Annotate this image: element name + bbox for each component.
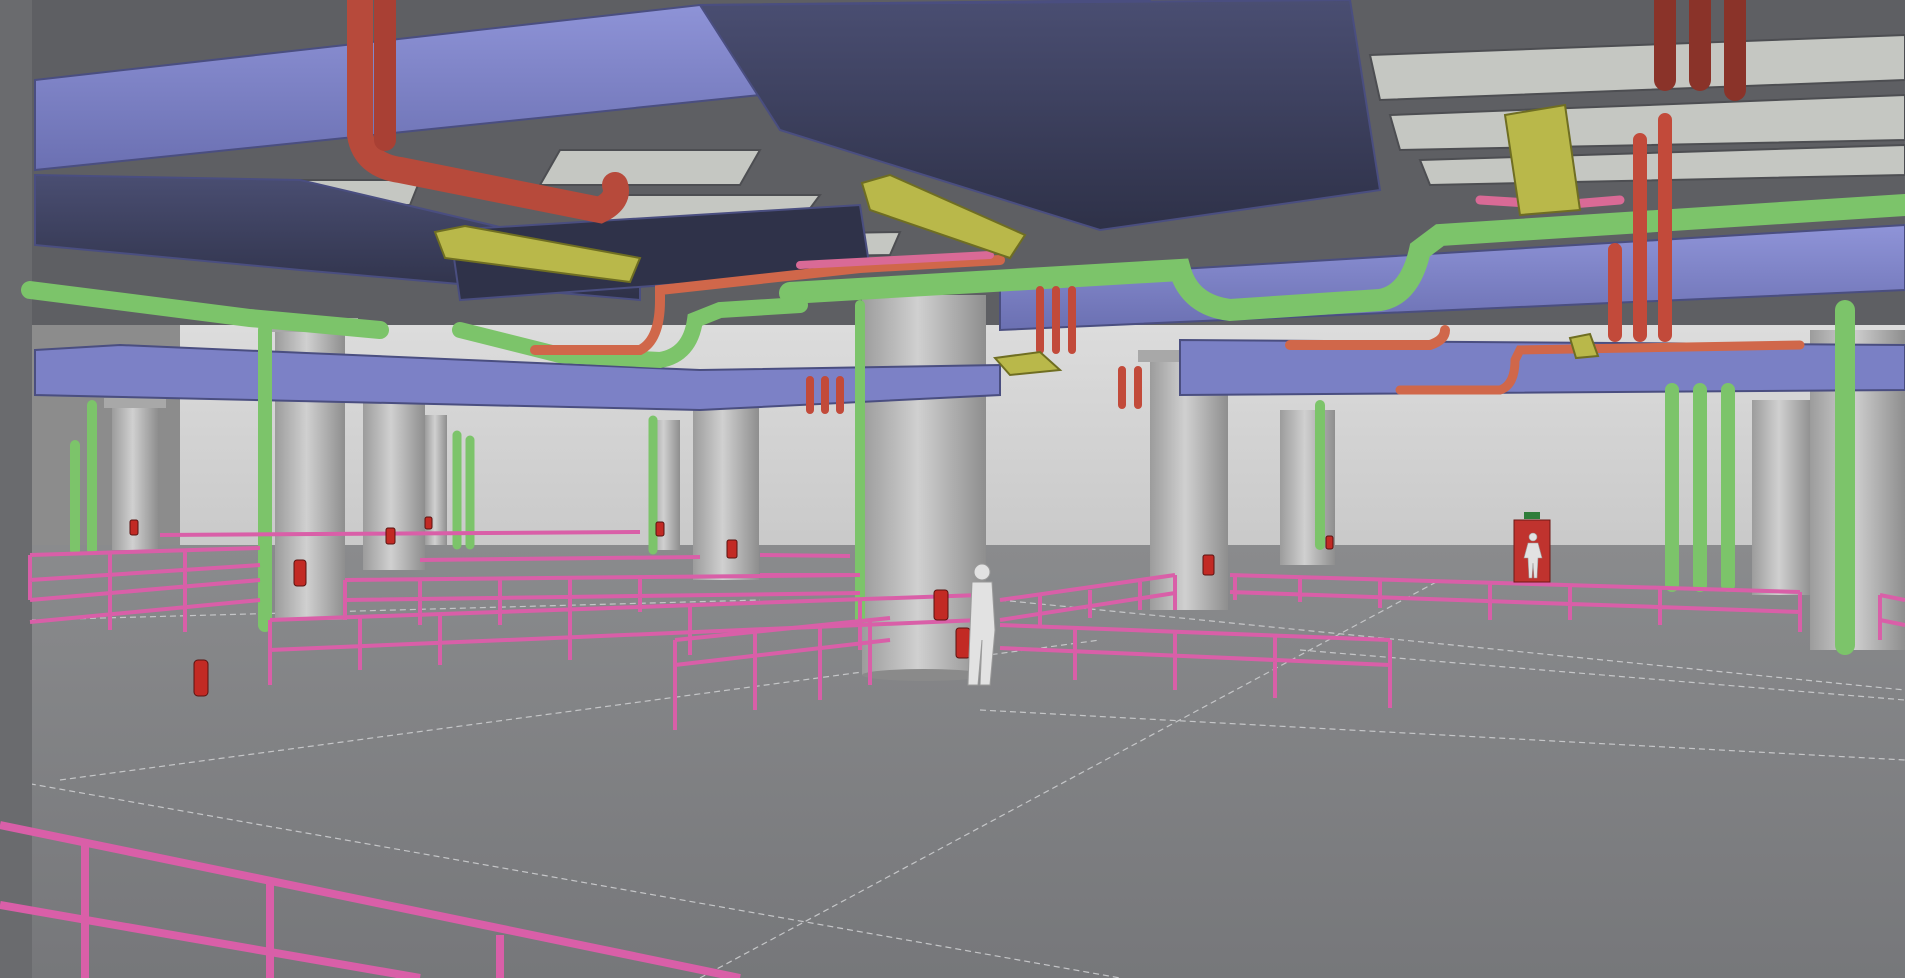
fire-extinguisher[interactable] <box>955 627 971 659</box>
fire-extinguisher[interactable] <box>933 589 949 621</box>
fire-extinguisher[interactable] <box>129 519 139 536</box>
exit-door[interactable] <box>1513 512 1551 583</box>
bim-scene <box>0 0 1905 978</box>
fire-extinguisher[interactable] <box>726 539 738 559</box>
model-viewport[interactable] <box>0 0 1905 978</box>
human-figure[interactable] <box>967 563 996 686</box>
red-pipe-right-cluster[interactable] <box>1654 0 1746 101</box>
fire-extinguisher[interactable] <box>193 659 209 697</box>
fire-extinguisher[interactable] <box>1202 554 1215 576</box>
fire-extinguisher[interactable] <box>424 516 433 530</box>
fire-extinguisher[interactable] <box>293 559 307 587</box>
fire-extinguisher[interactable] <box>385 527 396 545</box>
fire-extinguisher[interactable] <box>1325 535 1334 550</box>
column[interactable] <box>1752 400 1812 595</box>
fire-extinguisher[interactable] <box>655 521 665 537</box>
